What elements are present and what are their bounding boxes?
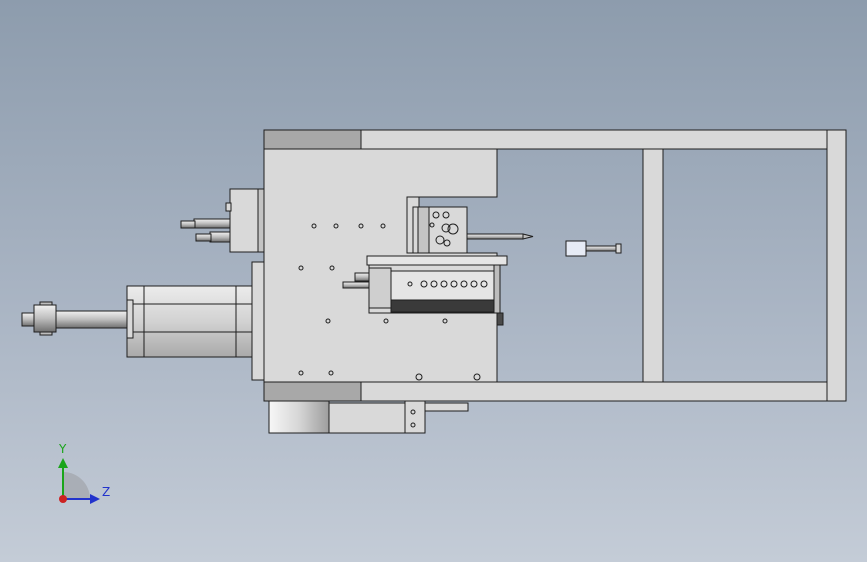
z-axis-arrow xyxy=(90,494,100,504)
slide-bracket xyxy=(406,196,468,254)
cad-model-drawing xyxy=(21,129,847,504)
coordinate-triad-icon xyxy=(58,458,100,504)
servo-motor xyxy=(268,400,469,434)
target-pin xyxy=(565,240,622,257)
triad-arc xyxy=(63,472,90,499)
upper-bracket-flange xyxy=(257,188,265,253)
triad-z-label: Z xyxy=(102,485,111,499)
upper-guide-rods xyxy=(180,202,232,243)
cad-viewport[interactable]: Y Z xyxy=(0,0,867,562)
probe-needle xyxy=(466,233,534,240)
y-axis-arrow xyxy=(58,458,68,468)
frame-cross-bar xyxy=(642,148,664,383)
triad-y-label: Y xyxy=(59,442,67,456)
x-axis-dot xyxy=(59,495,67,503)
cylinder-mount-plate xyxy=(251,261,265,381)
air-cylinder xyxy=(126,285,253,358)
piston-rod xyxy=(21,301,128,336)
frame-dark-top-corner xyxy=(263,129,362,150)
frame-dark-bottom-corner xyxy=(263,381,362,402)
